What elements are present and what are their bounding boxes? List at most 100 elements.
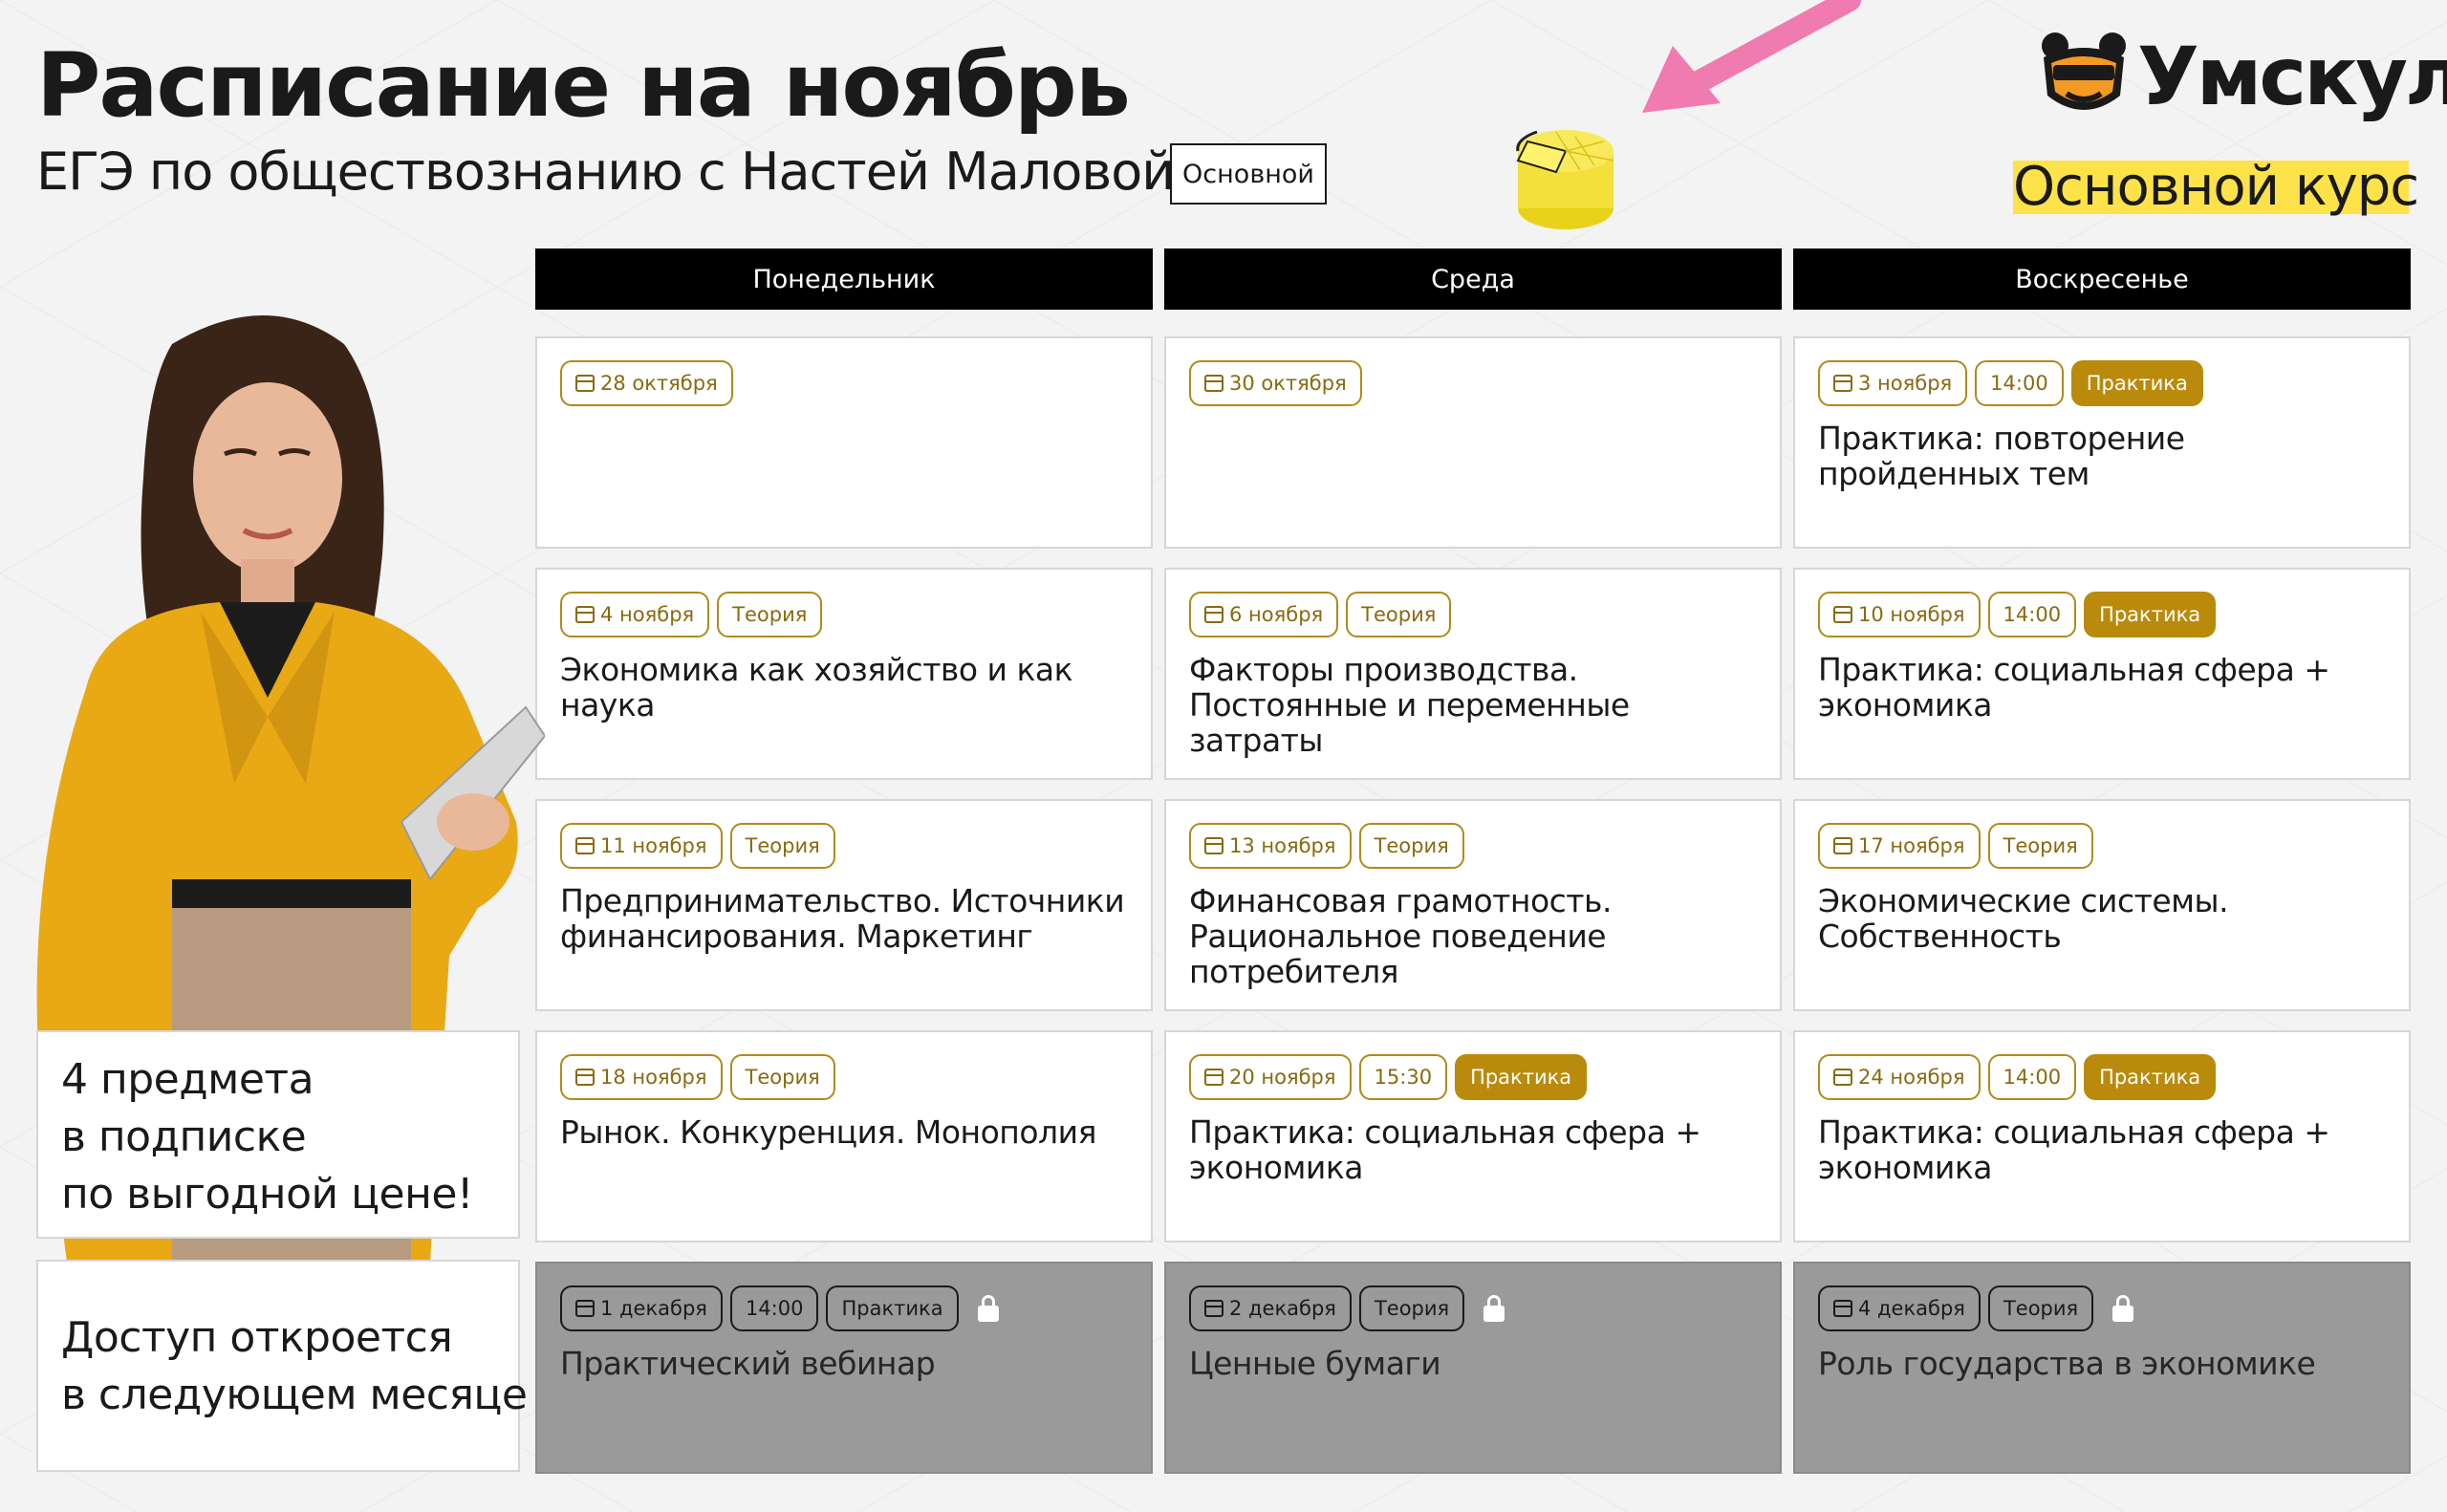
lesson-title: Экономические системы. Собственность: [1818, 882, 2229, 955]
date-chip: 11 ноября: [560, 823, 723, 869]
day-header-wednesday: Среда: [1164, 248, 1782, 310]
date-text: 28 октября: [600, 372, 718, 395]
calendar-icon: [1833, 1300, 1852, 1317]
lesson-card-sunday-2[interactable]: 10 ноября 14:00 Практика Практика: социальн…: [1793, 568, 2411, 780]
date-text: 4 декабря: [1858, 1297, 1965, 1320]
date-chip: 17 ноября: [1818, 823, 1981, 869]
calendar-icon: [1833, 1069, 1852, 1086]
promo-line-3: по выгодной цене!: [61, 1170, 474, 1219]
calendar-icon: [575, 1069, 595, 1086]
date-text: 11 ноября: [600, 834, 707, 857]
course-type-chip[interactable]: Основной: [1170, 143, 1327, 205]
date-text: 4 ноября: [600, 603, 695, 626]
date-text: 24 ноября: [1858, 1066, 1965, 1089]
calendar-icon: [1204, 375, 1224, 392]
lesson-card-sunday-5[interactable]: 4 декабря Теория Роль государства в эконом…: [1793, 1262, 2411, 1474]
lesson-type-chip: Практика: [2084, 1054, 2217, 1100]
lesson-chips: 11 ноября Теория: [560, 822, 1128, 870]
lesson-card-wednesday-4[interactable]: 20 ноября 15:30 Практика Практика: социальн…: [1164, 1030, 1782, 1242]
day-header-monday: Понедельник: [535, 248, 1153, 310]
calendar-icon: [575, 1300, 595, 1317]
calendar-icon: [1204, 606, 1224, 623]
calendar-icon: [575, 606, 595, 623]
lesson-chips: 24 ноября 14:00 Практика: [1818, 1053, 2386, 1101]
date-text: 1 декабря: [600, 1297, 707, 1320]
lesson-type-chip: Практика: [2084, 592, 2217, 637]
calendar-icon: [1204, 837, 1224, 854]
lesson-type-chip: Практика: [826, 1285, 959, 1331]
date-chip: 20 ноября: [1189, 1054, 1352, 1100]
access-notice-card: Доступ откроется в следующем месяце: [36, 1260, 528, 1472]
date-text: 18 ноября: [600, 1066, 707, 1089]
lesson-card-wednesday-3[interactable]: 13 ноября Теория Финансовая грамотность. Р…: [1164, 799, 1782, 1011]
lesson-card-sunday-1[interactable]: 3 ноября 14:00 Практика Практика: повторени…: [1793, 336, 2411, 549]
lesson-title: Практический вебинар: [560, 1345, 936, 1382]
page-title: Расписание на ноябрь: [36, 34, 1131, 137]
cheese-decoration-icon: [1516, 130, 1614, 229]
date-chip: 3 ноября: [1818, 360, 1968, 406]
time-chip: 15:30: [1358, 1054, 1448, 1100]
lesson-type-chip: Теория: [729, 823, 835, 869]
date-chip: 6 ноября: [1189, 592, 1339, 637]
lesson-title: Предпринимательство. Источники финансиро…: [560, 882, 1125, 955]
lesson-type-chip: Теория: [1987, 823, 2093, 869]
lesson-chips: 4 ноября Теория: [560, 591, 1128, 638]
date-text: 6 ноября: [1229, 603, 1324, 626]
lesson-card-monday-4[interactable]: 18 ноября Теория Рынок. Конкуренция. Моноп…: [535, 1030, 1153, 1242]
date-text: 10 ноября: [1858, 603, 1965, 626]
lesson-title: Финансовая грамотность. Рациональное пов…: [1189, 882, 1612, 990]
lesson-card-monday-1[interactable]: 28 октября: [535, 336, 1153, 549]
lesson-card-sunday-4[interactable]: 24 ноября 14:00 Практика Практика: социальн…: [1793, 1030, 2411, 1242]
date-chip: 4 ноября: [560, 592, 710, 637]
lesson-card-wednesday-2[interactable]: 6 ноября Теория Факторы производства. Пост…: [1164, 568, 1782, 780]
lesson-chips: 20 ноября 15:30 Практика: [1189, 1053, 1757, 1101]
lesson-title: Практика: социальная сфера + экономика: [1189, 1113, 1701, 1186]
lesson-chips: 17 ноября Теория: [1818, 822, 2386, 870]
lesson-chips: 10 ноября 14:00 Практика: [1818, 591, 2386, 638]
lesson-card-monday-3[interactable]: 11 ноября Теория Предпринимательство. Исто…: [535, 799, 1153, 1011]
date-chip: 18 ноября: [560, 1054, 723, 1100]
date-text: 3 ноября: [1858, 372, 1953, 395]
lock-icon: [2112, 1295, 2134, 1322]
date-chip: 28 октября: [560, 360, 733, 406]
date-chip: 24 ноября: [1818, 1054, 1981, 1100]
access-line-2: в следующем месяце: [61, 1371, 528, 1419]
brand-logo: Умскул: [2036, 29, 2447, 124]
lock-icon: [977, 1295, 999, 1322]
promo-line-2: в подписке: [61, 1112, 307, 1161]
date-text: 2 декабря: [1229, 1297, 1336, 1320]
lesson-chips: 28 октября: [560, 359, 1128, 407]
lesson-title: Ценные бумаги: [1189, 1345, 1441, 1382]
lesson-title: Факторы производства. Постоянные и перем…: [1189, 651, 1630, 759]
lesson-chips: 1 декабря 14:00 Практика: [560, 1285, 1128, 1332]
date-chip: 13 ноября: [1189, 823, 1352, 869]
page-subtitle: ЕГЭ по обществознанию с Настей Маловой: [36, 141, 1175, 202]
lesson-chips: 18 ноября Теория: [560, 1053, 1128, 1101]
lesson-type-chip: Теория: [1987, 1285, 2094, 1331]
lesson-type-chip: Теория: [1358, 823, 1464, 869]
lesson-title: Роль государства в экономике: [1818, 1345, 2316, 1382]
lesson-type-chip: Теория: [729, 1054, 835, 1100]
calendar-icon: [1833, 837, 1852, 854]
calendar-icon: [575, 375, 595, 392]
lesson-chips: 2 декабря Теория: [1189, 1285, 1757, 1332]
lesson-chips: 30 октября: [1189, 359, 1757, 407]
day-header-sunday: Воскресенье: [1793, 248, 2411, 310]
access-line-1: Доступ откроется: [61, 1313, 453, 1362]
date-chip: 2 декабря: [1189, 1285, 1352, 1331]
calendar-icon: [1833, 606, 1852, 623]
lesson-card-sunday-3[interactable]: 17 ноября Теория Экономические системы. Со…: [1793, 799, 2411, 1011]
lesson-type-chip: Практика: [1455, 1054, 1588, 1100]
date-chip: 30 октября: [1189, 360, 1362, 406]
lesson-type-chip: Практика: [2070, 360, 2203, 406]
lesson-card-wednesday-5[interactable]: 2 декабря Теория Ценные бумаги: [1164, 1262, 1782, 1474]
lock-icon: [1483, 1295, 1505, 1322]
lesson-card-monday-2[interactable]: 4 ноября Теория Экономика как хозяйство и …: [535, 568, 1153, 780]
lesson-chips: 3 ноября 14:00 Практика: [1818, 359, 2386, 407]
lesson-card-monday-5[interactable]: 1 декабря 14:00 Практика Практический вебин…: [535, 1262, 1153, 1474]
promo-card: 4 предмета в подписке по выгодной цене!: [36, 1030, 520, 1239]
lesson-card-wednesday-1[interactable]: 30 октября: [1164, 336, 1782, 549]
date-chip: 1 декабря: [560, 1285, 723, 1331]
promo-line-1: 4 предмета: [61, 1055, 314, 1104]
lesson-type-chip: Теория: [1346, 592, 1452, 637]
